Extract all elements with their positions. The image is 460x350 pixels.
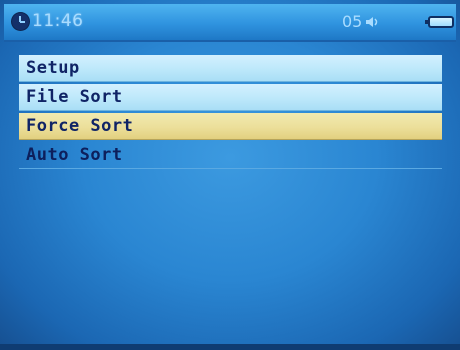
menu-item-label: Auto Sort	[26, 145, 123, 165]
menu-item-file-sort[interactable]: File Sort	[19, 84, 442, 111]
clock-time: 11:46	[32, 11, 84, 31]
menu-item-force-sort[interactable]: Force Sort	[19, 113, 442, 140]
speaker-icon	[366, 17, 378, 27]
menu-item-label: Force Sort	[26, 116, 134, 136]
volume-level: 05	[342, 12, 363, 31]
menu-item-label: Setup	[26, 58, 80, 78]
battery-icon	[425, 16, 454, 28]
menu-item-label: File Sort	[26, 87, 123, 107]
clock-icon	[12, 13, 29, 30]
sort-menu: Setup File Sort Force Sort Auto Sort	[19, 55, 442, 171]
menu-item-auto-sort[interactable]: Auto Sort	[19, 142, 442, 169]
menu-item-setup[interactable]: Setup	[19, 55, 442, 82]
status-bar: 11:46 05	[4, 4, 456, 42]
device-screen: 11:46 05 Setup File Sort Force Sort Auto…	[0, 0, 460, 350]
screen-bottom-edge	[0, 344, 460, 350]
